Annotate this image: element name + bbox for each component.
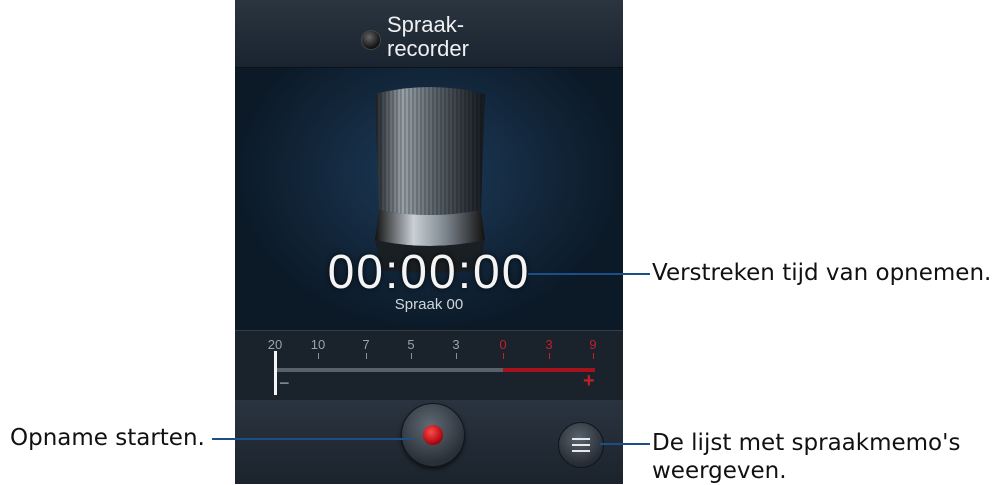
list-icon <box>572 438 590 452</box>
tick-mark <box>593 353 594 359</box>
recording-file-name: Spraak 00 <box>394 296 464 313</box>
tick-mark <box>411 353 412 359</box>
phone-screen: Spraak- recorder 00:00:00 Spraak 00 20 1… <box>235 0 623 484</box>
level-meter: 20 10 7 5 3 0 3 9 − + <box>235 330 623 401</box>
record-button[interactable] <box>401 403 465 467</box>
callout-line-list <box>600 443 650 445</box>
tick-label: 10 <box>310 337 326 352</box>
recording-display: 00:00:00 Spraak 00 <box>235 68 623 330</box>
app-title: Spraak- recorder <box>387 13 507 61</box>
meter-track <box>275 368 503 372</box>
callout-list: De lijst met spraakmemo's weergeven. <box>652 429 960 485</box>
title-bar: Spraak- recorder <box>235 0 623 68</box>
callout-line-elapsed <box>528 273 650 275</box>
tick-label: 5 <box>407 337 415 352</box>
tick-label: 3 <box>452 337 460 352</box>
tick-mark <box>549 353 550 359</box>
app-icon <box>361 30 381 50</box>
app-title-line2: recorder <box>387 36 469 61</box>
tick-label: 0 <box>499 337 507 352</box>
tick-label: 20 <box>267 337 283 352</box>
voice-memo-list-button[interactable] <box>558 422 604 468</box>
tick-mark <box>503 353 504 359</box>
callout-line-start <box>212 438 412 440</box>
app-title-line1: Spraak- <box>387 12 465 37</box>
callout-elapsed: Verstreken tijd van opnemen. <box>652 260 992 286</box>
meter-track-red <box>503 368 595 372</box>
tick-label: 3 <box>545 337 553 352</box>
record-icon <box>423 425 443 445</box>
minus-sign: − <box>279 373 290 393</box>
tick-mark <box>456 353 457 359</box>
tick-mark <box>366 353 367 359</box>
tick-mark <box>318 353 319 359</box>
tick-label: 7 <box>362 337 370 352</box>
plus-sign: + <box>583 370 595 392</box>
callout-list-line2: weergeven. <box>652 458 787 484</box>
callout-start: Opname starten. <box>10 425 205 451</box>
meter-needle <box>274 351 277 395</box>
callout-list-line1: De lijst met spraakmemo's <box>652 430 961 456</box>
tick-label: 9 <box>589 337 597 352</box>
control-bar <box>235 400 623 484</box>
